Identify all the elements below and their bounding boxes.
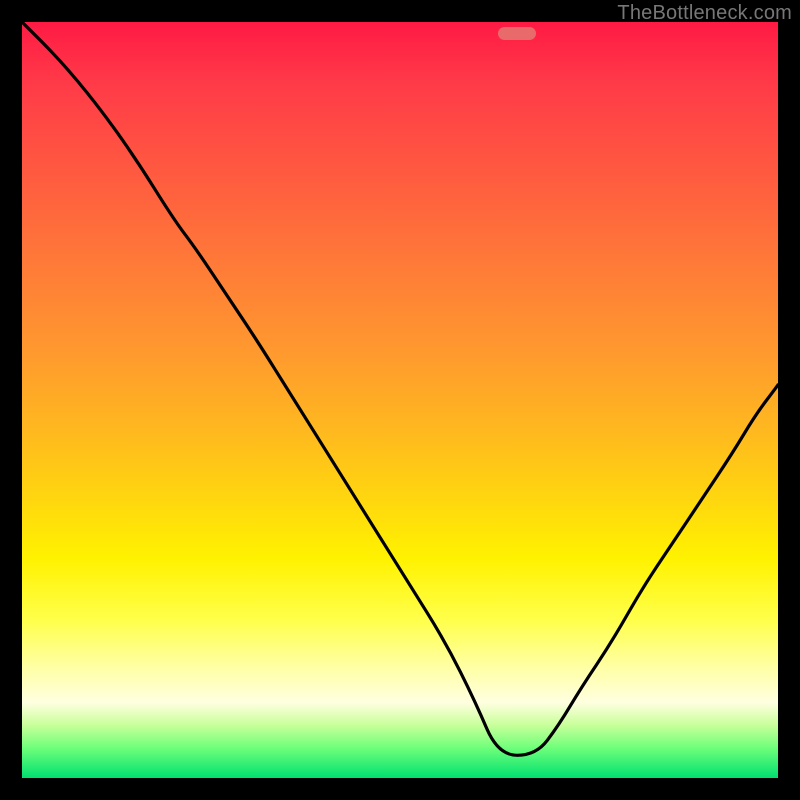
curve-layer [22, 22, 778, 778]
optimal-marker [498, 27, 536, 41]
plot-area [22, 22, 778, 778]
bottleneck-curve [22, 22, 778, 755]
chart-frame: TheBottleneck.com [0, 0, 800, 800]
